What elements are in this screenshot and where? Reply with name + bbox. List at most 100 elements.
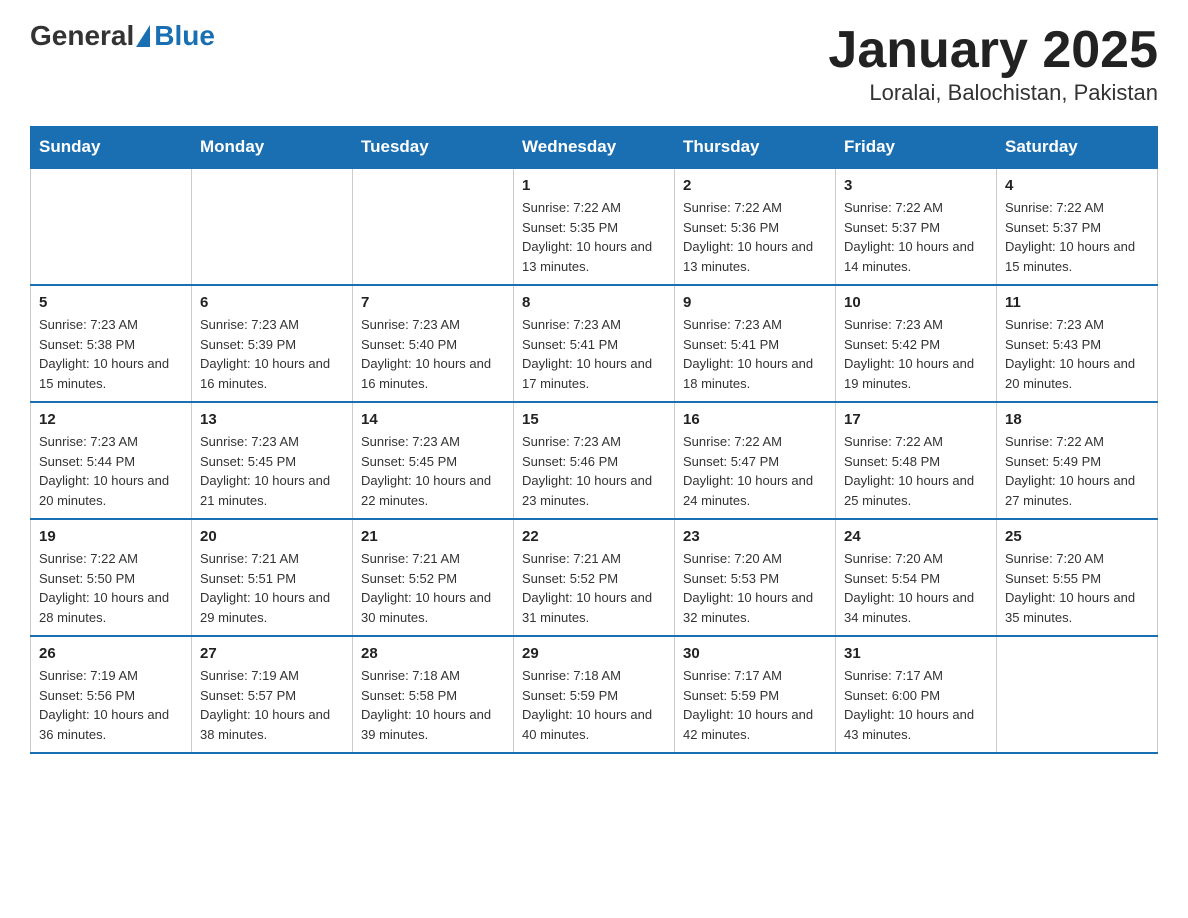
day-number: 3 xyxy=(844,177,988,194)
column-header-tuesday: Tuesday xyxy=(353,127,514,169)
day-number: 31 xyxy=(844,645,988,662)
calendar-cell: 6 Sunrise: 7:23 AM Sunset: 5:39 PM Daylig… xyxy=(192,285,353,402)
calendar-cell: 22Sunrise: 7:21 AM Sunset: 5:52 PM Dayli… xyxy=(514,519,675,636)
calendar-cell: 17 Sunrise: 7:22 AM Sunset: 5:48 PM Dayli… xyxy=(836,402,997,519)
calendar-cell: 7 Sunrise: 7:23 AM Sunset: 5:40 PM Daylig… xyxy=(353,285,514,402)
calendar-cell: 1 Sunrise: 7:22 AM Sunset: 5:35 PM Daylig… xyxy=(514,168,675,285)
day-info: Sunrise: 7:22 AM Sunset: 5:37 PM Dayligh… xyxy=(1005,198,1149,276)
day-info: Sunrise: 7:23 AM Sunset: 5:39 PM Dayligh… xyxy=(200,315,344,393)
day-info: Sunrise: 7:17 AM Sunset: 6:00 PM Dayligh… xyxy=(844,666,988,744)
day-number: 14 xyxy=(361,411,505,428)
day-number: 2 xyxy=(683,177,827,194)
calendar-cell: 25Sunrise: 7:20 AM Sunset: 5:55 PM Dayli… xyxy=(997,519,1158,636)
logo-triangle-icon xyxy=(136,25,150,47)
day-info: Sunrise: 7:23 AM Sunset: 5:41 PM Dayligh… xyxy=(522,315,666,393)
day-info: Sunrise: 7:23 AM Sunset: 5:46 PM Dayligh… xyxy=(522,432,666,510)
calendar-cell: 15 Sunrise: 7:23 AM Sunset: 5:46 PM Dayli… xyxy=(514,402,675,519)
day-number: 5 xyxy=(39,294,183,311)
day-info: Sunrise: 7:23 AM Sunset: 5:45 PM Dayligh… xyxy=(200,432,344,510)
calendar-cell: 23Sunrise: 7:20 AM Sunset: 5:53 PM Dayli… xyxy=(675,519,836,636)
day-number: 7 xyxy=(361,294,505,311)
day-number: 18 xyxy=(1005,411,1149,428)
calendar-cell: 18Sunrise: 7:22 AM Sunset: 5:49 PM Dayli… xyxy=(997,402,1158,519)
calendar-cell: 16Sunrise: 7:22 AM Sunset: 5:47 PM Dayli… xyxy=(675,402,836,519)
day-number: 4 xyxy=(1005,177,1149,194)
calendar-week-row: 26 Sunrise: 7:19 AM Sunset: 5:56 PM Dayli… xyxy=(31,636,1158,753)
day-info: Sunrise: 7:22 AM Sunset: 5:48 PM Dayligh… xyxy=(844,432,988,510)
logo: General Blue xyxy=(30,20,215,52)
calendar-week-row: 1 Sunrise: 7:22 AM Sunset: 5:35 PM Daylig… xyxy=(31,168,1158,285)
calendar-week-row: 19 Sunrise: 7:22 AM Sunset: 5:50 PM Dayli… xyxy=(31,519,1158,636)
logo-general-text: General xyxy=(30,20,134,52)
day-number: 6 xyxy=(200,294,344,311)
calendar-cell: 4 Sunrise: 7:22 AM Sunset: 5:37 PM Daylig… xyxy=(997,168,1158,285)
calendar-cell: 9 Sunrise: 7:23 AM Sunset: 5:41 PM Daylig… xyxy=(675,285,836,402)
day-info: Sunrise: 7:17 AM Sunset: 5:59 PM Dayligh… xyxy=(683,666,827,744)
day-info: Sunrise: 7:23 AM Sunset: 5:41 PM Dayligh… xyxy=(683,315,827,393)
calendar-cell: 3 Sunrise: 7:22 AM Sunset: 5:37 PM Daylig… xyxy=(836,168,997,285)
day-number: 12 xyxy=(39,411,183,428)
calendar-cell: 27 Sunrise: 7:19 AM Sunset: 5:57 PM Dayli… xyxy=(192,636,353,753)
calendar-cell: 29 Sunrise: 7:18 AM Sunset: 5:59 PM Dayli… xyxy=(514,636,675,753)
day-info: Sunrise: 7:19 AM Sunset: 5:57 PM Dayligh… xyxy=(200,666,344,744)
day-number: 13 xyxy=(200,411,344,428)
day-info: Sunrise: 7:20 AM Sunset: 5:55 PM Dayligh… xyxy=(1005,549,1149,627)
day-info: Sunrise: 7:22 AM Sunset: 5:37 PM Dayligh… xyxy=(844,198,988,276)
day-number: 28 xyxy=(361,645,505,662)
calendar-cell: 12 Sunrise: 7:23 AM Sunset: 5:44 PM Dayli… xyxy=(31,402,192,519)
day-number: 26 xyxy=(39,645,183,662)
calendar-cell: 21 Sunrise: 7:21 AM Sunset: 5:52 PM Dayli… xyxy=(353,519,514,636)
day-number: 19 xyxy=(39,528,183,545)
day-number: 9 xyxy=(683,294,827,311)
day-info: Sunrise: 7:21 AM Sunset: 5:52 PM Dayligh… xyxy=(522,549,666,627)
day-number: 27 xyxy=(200,645,344,662)
day-number: 24 xyxy=(844,528,988,545)
calendar-table: SundayMondayTuesdayWednesdayThursdayFrid… xyxy=(30,126,1158,754)
day-info: Sunrise: 7:19 AM Sunset: 5:56 PM Dayligh… xyxy=(39,666,183,744)
logo-blue-text: Blue xyxy=(154,20,215,52)
day-number: 8 xyxy=(522,294,666,311)
calendar-cell: 10Sunrise: 7:23 AM Sunset: 5:42 PM Dayli… xyxy=(836,285,997,402)
calendar-cell: 13 Sunrise: 7:23 AM Sunset: 5:45 PM Dayli… xyxy=(192,402,353,519)
day-info: Sunrise: 7:22 AM Sunset: 5:50 PM Dayligh… xyxy=(39,549,183,627)
calendar-cell: 26 Sunrise: 7:19 AM Sunset: 5:56 PM Dayli… xyxy=(31,636,192,753)
column-header-wednesday: Wednesday xyxy=(514,127,675,169)
day-number: 10 xyxy=(844,294,988,311)
day-number: 30 xyxy=(683,645,827,662)
day-info: Sunrise: 7:20 AM Sunset: 5:53 PM Dayligh… xyxy=(683,549,827,627)
day-info: Sunrise: 7:22 AM Sunset: 5:35 PM Dayligh… xyxy=(522,198,666,276)
day-info: Sunrise: 7:21 AM Sunset: 5:52 PM Dayligh… xyxy=(361,549,505,627)
day-info: Sunrise: 7:18 AM Sunset: 5:58 PM Dayligh… xyxy=(361,666,505,744)
calendar-cell: 20 Sunrise: 7:21 AM Sunset: 5:51 PM Dayli… xyxy=(192,519,353,636)
day-info: Sunrise: 7:23 AM Sunset: 5:38 PM Dayligh… xyxy=(39,315,183,393)
calendar-cell: 19 Sunrise: 7:22 AM Sunset: 5:50 PM Dayli… xyxy=(31,519,192,636)
day-number: 21 xyxy=(361,528,505,545)
calendar-cell: 30 Sunrise: 7:17 AM Sunset: 5:59 PM Dayli… xyxy=(675,636,836,753)
calendar-subtitle: Loralai, Balochistan, Pakistan xyxy=(828,80,1158,106)
day-info: Sunrise: 7:23 AM Sunset: 5:40 PM Dayligh… xyxy=(361,315,505,393)
day-number: 17 xyxy=(844,411,988,428)
calendar-cell: 11Sunrise: 7:23 AM Sunset: 5:43 PM Dayli… xyxy=(997,285,1158,402)
column-header-sunday: Sunday xyxy=(31,127,192,169)
day-number: 20 xyxy=(200,528,344,545)
day-info: Sunrise: 7:23 AM Sunset: 5:43 PM Dayligh… xyxy=(1005,315,1149,393)
day-number: 15 xyxy=(522,411,666,428)
column-header-saturday: Saturday xyxy=(997,127,1158,169)
day-info: Sunrise: 7:18 AM Sunset: 5:59 PM Dayligh… xyxy=(522,666,666,744)
day-number: 16 xyxy=(683,411,827,428)
day-number: 1 xyxy=(522,177,666,194)
day-info: Sunrise: 7:20 AM Sunset: 5:54 PM Dayligh… xyxy=(844,549,988,627)
calendar-week-row: 12 Sunrise: 7:23 AM Sunset: 5:44 PM Dayli… xyxy=(31,402,1158,519)
day-info: Sunrise: 7:22 AM Sunset: 5:36 PM Dayligh… xyxy=(683,198,827,276)
column-header-thursday: Thursday xyxy=(675,127,836,169)
calendar-cell xyxy=(353,168,514,285)
day-info: Sunrise: 7:21 AM Sunset: 5:51 PM Dayligh… xyxy=(200,549,344,627)
calendar-header-row: SundayMondayTuesdayWednesdayThursdayFrid… xyxy=(31,127,1158,169)
calendar-cell xyxy=(31,168,192,285)
day-number: 29 xyxy=(522,645,666,662)
day-info: Sunrise: 7:23 AM Sunset: 5:44 PM Dayligh… xyxy=(39,432,183,510)
calendar-week-row: 5 Sunrise: 7:23 AM Sunset: 5:38 PM Daylig… xyxy=(31,285,1158,402)
calendar-cell xyxy=(997,636,1158,753)
column-header-monday: Monday xyxy=(192,127,353,169)
page-header: General Blue January 2025 Loralai, Baloc… xyxy=(30,20,1158,106)
